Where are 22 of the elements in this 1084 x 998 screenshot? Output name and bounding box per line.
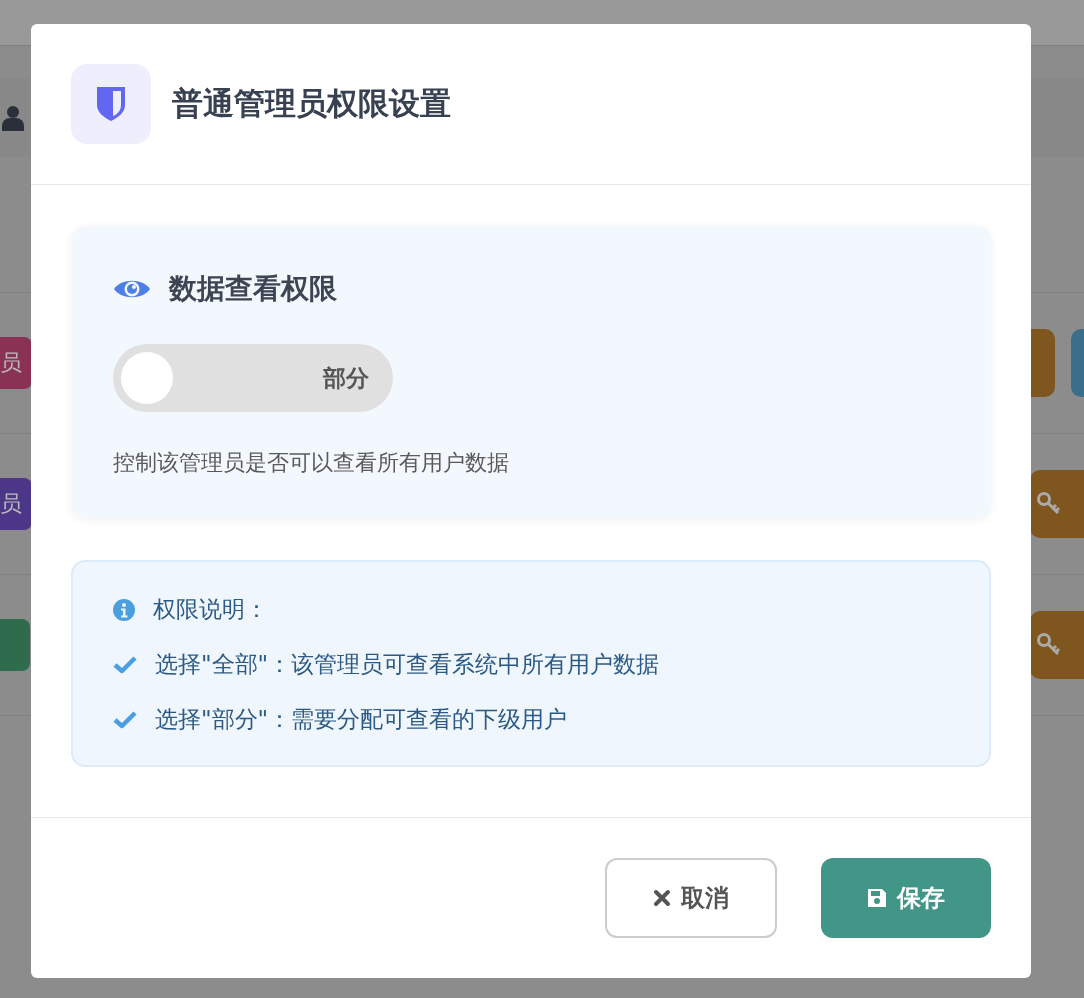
action-button[interactable]: [1030, 611, 1084, 679]
cancel-button[interactable]: 取消: [605, 858, 777, 938]
role-tag: 员: [0, 478, 32, 530]
section-title: 数据查看权限: [169, 271, 337, 307]
close-icon: [653, 889, 671, 907]
info-icon: [113, 598, 135, 621]
toggle-switch[interactable]: 部分: [113, 344, 393, 412]
info-title: 权限说明：: [153, 595, 268, 624]
key-icon: [1036, 491, 1062, 517]
key-icon: [1036, 632, 1062, 658]
role-tag: 员: [0, 337, 32, 389]
user-icon: [2, 105, 24, 131]
action-button[interactable]: [1071, 329, 1084, 397]
action-button[interactable]: [1030, 470, 1084, 538]
info-item: 选择"部分"：需要分配可查看的下级用户: [155, 705, 568, 734]
description-text: 控制该管理员是否可以查看所有用户数据: [113, 449, 510, 477]
info-item: 选择"全部"：该管理员可查看系统中所有用户数据: [155, 650, 660, 679]
dialog-title: 普通管理员权限设置: [172, 84, 451, 123]
save-button[interactable]: 保存: [821, 858, 991, 938]
check-icon: [113, 710, 137, 729]
shield-icon: [71, 64, 151, 144]
check-icon: [113, 655, 137, 674]
